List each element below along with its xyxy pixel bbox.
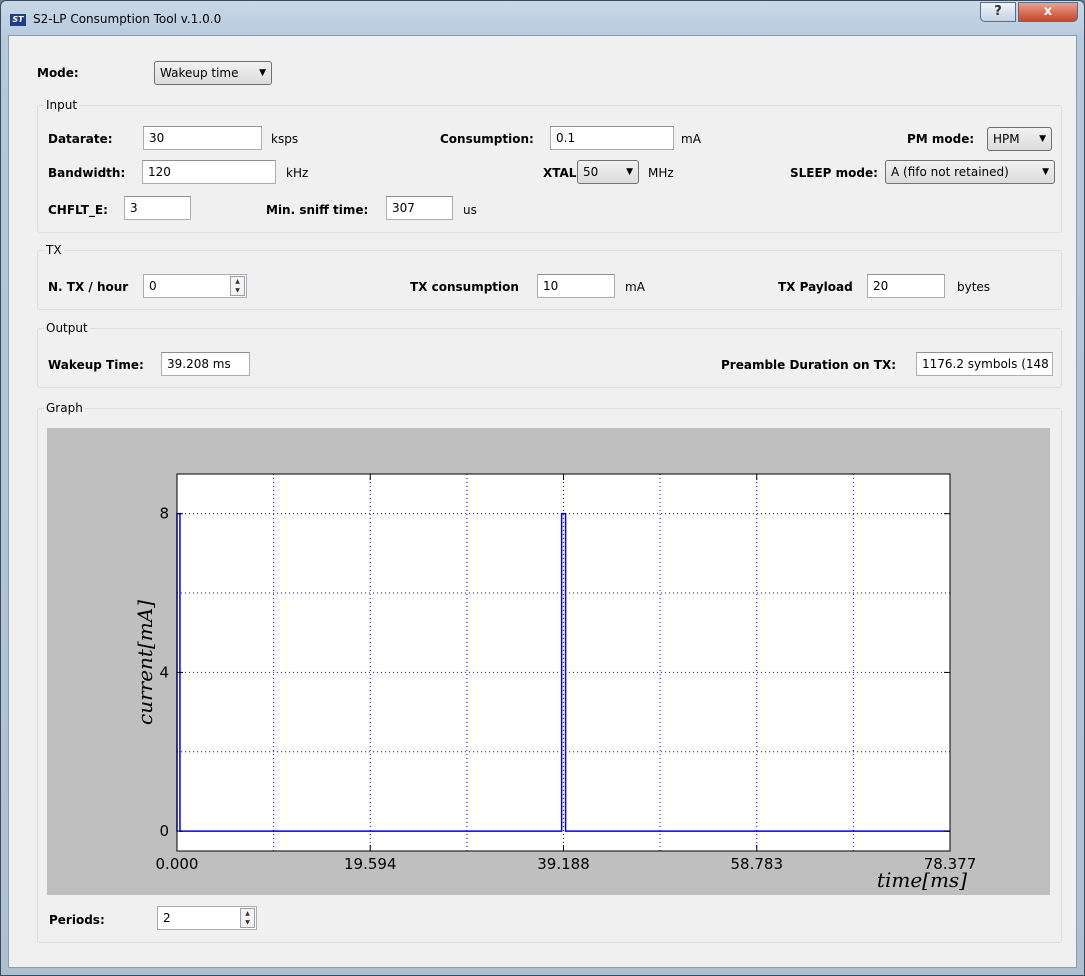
input-group-title: Input: [44, 98, 80, 112]
x-tick-label: 39.188: [537, 855, 590, 873]
pm-mode-select-value: HPM: [993, 132, 1020, 146]
min-sniff-label: Min. sniff time:: [266, 203, 369, 217]
chart-canvas: 0.000 19.594 39.188 58.783 78.377 0 4 8 time[ms]…: [47, 428, 1050, 895]
n-tx-value: 0: [149, 279, 157, 293]
mode-label: Mode:: [37, 66, 79, 80]
periods-stepper[interactable]: 2 ▲ ▼: [157, 906, 257, 930]
x-tick-label: 58.783: [731, 855, 784, 873]
min-sniff-field[interactable]: 307: [386, 196, 453, 220]
pm-mode-select[interactable]: HPM ▼: [987, 127, 1052, 151]
spin-arrows-icon[interactable]: ▲ ▼: [230, 276, 245, 296]
current-chart: 0.000 19.594 39.188 58.783 78.377048time[ms]…: [133, 473, 976, 892]
sleep-mode-label: SLEEP mode:: [790, 166, 878, 180]
tx-payload-field[interactable]: 20: [867, 274, 945, 298]
y-tick-label: 4: [159, 663, 169, 681]
y-tick-label: 8: [159, 505, 169, 523]
consumption-field[interactable]: 0.1: [550, 126, 674, 150]
y-axis-label: current[mA]: [133, 600, 157, 725]
preamble-field[interactable]: 1176.2 symbols (148: [916, 352, 1053, 376]
xtal-unit: MHz: [648, 166, 674, 180]
chevron-down-icon: ▼: [1039, 134, 1046, 144]
preamble-label: Preamble Duration on TX:: [721, 358, 897, 372]
graph-group-title: Graph: [44, 401, 85, 415]
n-tx-stepper[interactable]: 0 ▲ ▼: [143, 274, 247, 298]
help-button[interactable]: ?: [980, 2, 1016, 22]
datarate-label: Datarate:: [48, 132, 113, 146]
window-title: S2-LP Consumption Tool v.1.0.0: [33, 12, 222, 26]
wakeup-time-label: Wakeup Time:: [48, 358, 144, 372]
x-axis-label: time[ms]: [877, 868, 967, 892]
chevron-down-icon: ▼: [1042, 167, 1049, 177]
spin-arrows-icon[interactable]: ▲ ▼: [240, 908, 255, 928]
xtal-select[interactable]: 50 ▼: [577, 160, 639, 184]
periods-value: 2: [163, 911, 171, 925]
tx-payload-label: TX Payload: [778, 280, 853, 294]
n-tx-label: N. TX / hour: [48, 280, 129, 294]
tx-payload-unit: bytes: [957, 280, 991, 294]
tx-consumption-unit: mA: [625, 280, 645, 294]
pm-mode-label: PM mode:: [907, 132, 975, 146]
consumption-unit: mA: [681, 132, 701, 146]
output-group-title: Output: [44, 321, 90, 335]
tx-consumption-field[interactable]: 10: [537, 274, 615, 298]
y-tick-label: 0: [159, 822, 169, 840]
x-tick-label: 0.000: [156, 855, 199, 873]
x-tick-label: 19.594: [344, 855, 397, 873]
xtal-select-value: 50: [583, 165, 599, 179]
datarate-unit: ksps: [271, 132, 299, 146]
sleep-mode-select[interactable]: A (fifo not retained) ▼: [885, 160, 1055, 184]
chevron-down-icon: ▼: [259, 68, 266, 78]
app-logo-icon: ST: [10, 14, 26, 26]
mode-select[interactable]: Wakeup time ▼: [154, 61, 272, 85]
bandwidth-label: Bandwidth:: [48, 166, 126, 180]
consumption-label: Consumption:: [440, 132, 534, 146]
xtal-label: XTAL:: [543, 166, 582, 180]
mode-select-value: Wakeup time: [160, 66, 239, 80]
datarate-field[interactable]: 30: [143, 126, 262, 150]
close-button[interactable]: x: [1018, 2, 1078, 22]
tx-consumption-label: TX consumption: [410, 280, 519, 294]
min-sniff-unit: us: [463, 203, 477, 217]
chflt-e-field[interactable]: 3: [124, 196, 191, 220]
title-bar[interactable]: ST S2-LP Consumption Tool v.1.0.0 ? x: [1, 1, 1084, 35]
bandwidth-field[interactable]: 120: [142, 160, 276, 184]
sleep-mode-select-value: A (fifo not retained): [891, 165, 1009, 179]
periods-label: Periods:: [49, 913, 105, 927]
tx-group-title: TX: [44, 243, 64, 257]
bandwidth-unit: kHz: [286, 166, 309, 180]
chflt-e-label: CHFLT_E:: [48, 203, 108, 217]
chevron-down-icon: ▼: [626, 167, 633, 177]
wakeup-time-field[interactable]: 39.208 ms: [161, 352, 250, 376]
